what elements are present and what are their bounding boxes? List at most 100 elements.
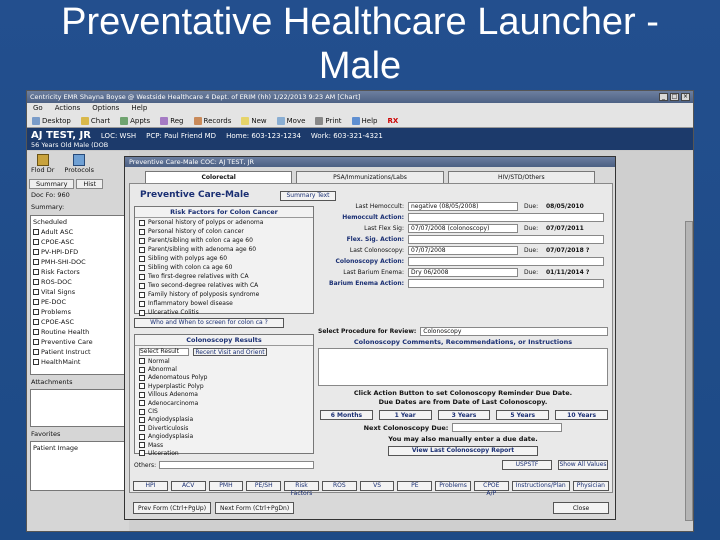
checkbox[interactable] <box>139 282 145 289</box>
favorite-item[interactable]: Patient Image <box>33 444 78 452</box>
checkbox[interactable] <box>33 229 39 235</box>
physician-button[interactable]: Physician <box>572 481 609 491</box>
checkbox[interactable] <box>33 359 39 365</box>
list-item[interactable]: CPOE-ASC <box>33 317 123 327</box>
toolbar-rx[interactable]: RX <box>388 117 399 125</box>
checkbox[interactable] <box>139 264 145 271</box>
checkbox[interactable] <box>33 269 39 275</box>
result-row[interactable]: Normal <box>135 357 313 365</box>
result-row[interactable]: Ulceration <box>135 449 313 457</box>
vs-button[interactable]: VS <box>359 481 395 491</box>
checkbox[interactable] <box>139 433 145 440</box>
select-result-dropdown[interactable]: Select Result <box>139 347 189 356</box>
risk-factor-row[interactable]: Two second-degree relatives with CA <box>135 281 313 290</box>
show-all-values-button[interactable]: Show All Values <box>558 460 608 470</box>
tab-colorectal[interactable]: Colorectal <box>145 171 293 183</box>
cpoe-ap-button[interactable]: CPOE A/P <box>473 481 509 497</box>
toolbar-chart[interactable]: Chart <box>80 116 110 125</box>
checkbox[interactable] <box>139 246 145 253</box>
toolbar-new[interactable]: New <box>241 116 267 125</box>
view-last-colonoscopy-button[interactable]: View Last Colonoscopy Report <box>388 446 538 456</box>
summary-field[interactable]: Summary: <box>27 201 129 213</box>
acv-button[interactable]: ACV <box>170 481 206 491</box>
risk-factor-row[interactable]: Family history of polyposis syndrome <box>135 290 313 299</box>
tab-psa-immunizations[interactable]: PSA/Immunizations/Labs <box>296 171 444 183</box>
summary-text-button[interactable]: Summary Text <box>280 191 336 201</box>
checkbox[interactable] <box>139 408 145 415</box>
risk-factor-row[interactable]: Parent/sibling with colon ca age 60 <box>135 236 313 245</box>
list-item[interactable]: PE-DOC <box>33 297 123 307</box>
toolbar-reg[interactable]: Reg <box>160 116 184 125</box>
risk-factor-row[interactable]: Two first-degree relatives with CA <box>135 272 313 281</box>
pe-sh-button[interactable]: PE/SH <box>246 481 282 491</box>
list-item[interactable]: Problems <box>33 307 123 317</box>
risk-factor-row[interactable]: Ulcerative Colitis <box>135 308 313 317</box>
checkbox[interactable] <box>33 329 39 335</box>
list-item[interactable]: ROS-DOC <box>33 277 123 287</box>
last-flex-sig-value[interactable]: 07/07/2008 (colonoscopy) <box>408 224 518 233</box>
checkbox[interactable] <box>139 400 145 407</box>
checkbox[interactable] <box>139 374 145 381</box>
checkbox[interactable] <box>139 255 145 262</box>
minimize-icon[interactable]: _ <box>659 93 668 101</box>
checkbox[interactable] <box>139 228 145 235</box>
who-when-screen-button[interactable]: Who and When to screen for colon ca ? <box>134 318 284 328</box>
result-row[interactable]: Angiodysplasia <box>135 433 313 441</box>
tab-history[interactable]: Hist <box>76 179 104 189</box>
pe-button[interactable]: PE <box>397 481 433 491</box>
last-barium-enema-value[interactable]: Dry 06/2008 <box>408 268 518 277</box>
menu-help[interactable]: Help <box>131 104 147 113</box>
checkbox[interactable] <box>33 259 39 265</box>
protocols-button[interactable]: Protocols <box>64 154 94 176</box>
checkbox[interactable] <box>139 442 145 449</box>
vertical-scrollbar[interactable] <box>685 221 693 521</box>
close-button[interactable]: Close <box>553 502 609 514</box>
flex-sig-action-select[interactable] <box>408 235 604 244</box>
risk-factor-row[interactable]: Sibling with colon ca age 60 <box>135 263 313 272</box>
list-item[interactable]: PMH-SHI-DOC <box>33 257 123 267</box>
checkbox[interactable] <box>33 249 39 255</box>
maximize-icon[interactable]: □ <box>670 93 679 101</box>
procedure-select[interactable]: Colonoscopy <box>420 326 608 336</box>
list-item[interactable]: Preventive Care <box>33 337 123 347</box>
toolbar-desktop[interactable]: Desktop <box>32 116 71 125</box>
checkbox[interactable] <box>139 366 145 373</box>
attachments-box[interactable] <box>30 389 126 427</box>
checkbox[interactable] <box>139 219 145 226</box>
recent-visit-button[interactable]: Recent Visit and Orient <box>193 347 267 356</box>
checkbox[interactable] <box>139 450 145 457</box>
risk-factor-row[interactable]: Personal history of colon cancer <box>135 227 313 236</box>
close-icon[interactable]: × <box>681 93 690 101</box>
list-item[interactable]: Routine Health <box>33 327 123 337</box>
tab-summary[interactable]: Summary <box>29 179 75 189</box>
comments-textarea[interactable] <box>318 348 608 386</box>
checkbox[interactable] <box>139 358 145 365</box>
risk-factor-row[interactable]: Inflammatory bowel disease <box>135 299 313 308</box>
prev-form-button[interactable]: Prev Form (Ctrl+PgUp) <box>133 502 212 514</box>
result-row[interactable]: CIS <box>135 407 313 415</box>
favorites-box[interactable]: Patient Image <box>30 441 126 491</box>
checkbox[interactable] <box>139 273 145 280</box>
next-colonoscopy-due-input[interactable] <box>452 423 563 432</box>
checkbox[interactable] <box>33 279 39 285</box>
others-input[interactable] <box>159 461 314 469</box>
next-form-button[interactable]: Next Form (Ctrl+PgDn) <box>215 502 295 514</box>
uspstf-button[interactable]: USPSTF <box>502 460 552 470</box>
menu-options[interactable]: Options <box>92 104 119 113</box>
toolbar-records[interactable]: Records <box>193 116 231 125</box>
colonoscopy-action-select[interactable] <box>408 257 604 266</box>
hemoccult-action-select[interactable] <box>408 213 604 222</box>
checkbox[interactable] <box>33 299 39 305</box>
last-hemoccult-value[interactable]: negative (08/05/2008) <box>408 202 518 211</box>
menu-go[interactable]: Go <box>33 104 43 113</box>
list-item[interactable]: Adult ASC <box>33 227 123 237</box>
checkbox[interactable] <box>33 289 39 295</box>
result-row[interactable]: Villous Adenoma <box>135 391 313 399</box>
pmh-button[interactable]: PMH <box>208 481 244 491</box>
list-item[interactable]: CPOE-ASC <box>33 237 123 247</box>
result-row[interactable]: Mass <box>135 441 313 449</box>
ten-years-button[interactable]: 10 Years <box>555 410 608 420</box>
menu-actions[interactable]: Actions <box>55 104 81 113</box>
one-year-button[interactable]: 1 Year <box>378 410 432 420</box>
checkbox[interactable] <box>33 349 39 355</box>
